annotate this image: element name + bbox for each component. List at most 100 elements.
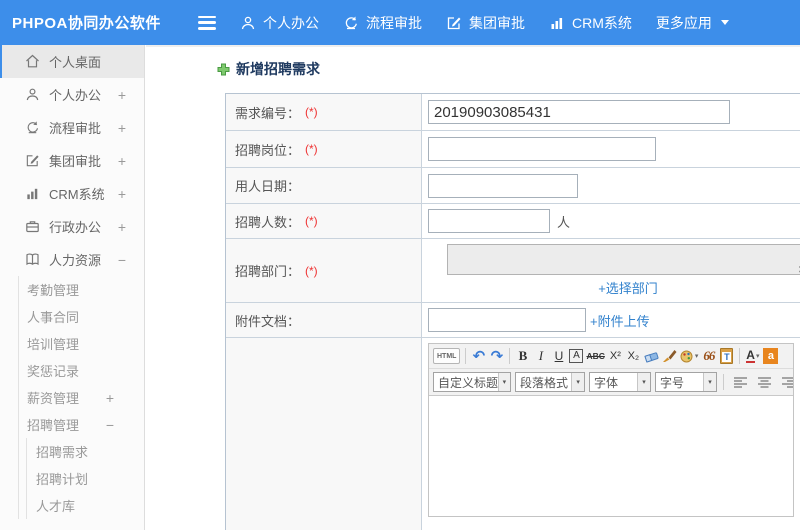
redo-icon[interactable]: ↷ (489, 347, 504, 365)
expand-toggle-icon[interactable]: + (118, 219, 126, 235)
sidebar: 个人桌面 个人办公 + 流程审批 + 集团审批 + CRM系统 + 行政办公 +… (0, 45, 145, 530)
required-mark: (*) (305, 263, 318, 278)
page-title: 新增招聘需求 (236, 61, 320, 77)
field-label-cell: 招聘部门： (*) (226, 239, 422, 302)
app-logo: PHPOA协同办公软件 (12, 15, 161, 32)
field-value-cell: 人 (422, 204, 800, 238)
sidebar-item-label: 集团审批 (49, 154, 102, 169)
recruit-position-input[interactable] (428, 137, 656, 161)
font-size-dropdown[interactable]: 字号 ▾ (655, 372, 717, 392)
field-value-cell: HTML ↶ ↷ B I U A ABC X² X₂ ▾ 66 T A ▾ a … (422, 338, 800, 530)
sidebar-item-personal-desktop[interactable]: 个人桌面 (0, 45, 144, 78)
eraser-icon[interactable] (644, 347, 659, 365)
sidebar-subitem-recruit-demand[interactable]: 招聘需求 (27, 438, 144, 465)
superscript-button[interactable]: X² (608, 347, 623, 365)
topnav-item-workflow-approval[interactable]: 流程审批 (343, 13, 422, 33)
color-palette-icon[interactable]: ▾ (680, 347, 698, 365)
sidebar-item-label: 个人桌面 (49, 55, 102, 70)
demand-number-input[interactable] (428, 100, 730, 124)
font-family-dropdown[interactable]: 字体 ▾ (589, 372, 651, 392)
sidebar-item-label: 人力资源 (49, 253, 102, 268)
book-icon (26, 253, 39, 266)
sidebar-subitem-label: 人才库 (36, 499, 76, 514)
field-label-cell: 岗位要求： (*) (226, 338, 422, 530)
chart-icon (551, 17, 563, 29)
sidebar-subitem-recruit-plan[interactable]: 招聘计划 (27, 465, 144, 492)
italic-button[interactable]: I (533, 347, 548, 365)
undo-icon[interactable]: ↶ (471, 347, 486, 365)
sidebar-item-label: 个人办公 (49, 88, 102, 103)
custom-title-dropdown[interactable]: 自定义标题 ▾ (433, 372, 511, 392)
bold-button[interactable]: B (515, 347, 530, 365)
blockquote-button[interactable]: 66 (701, 347, 716, 365)
topnav-item-crm[interactable]: CRM系统 (549, 13, 632, 33)
font-color-button[interactable]: A ▾ (745, 347, 760, 365)
select-department-link[interactable]: +选择部门 (598, 278, 658, 297)
sidebar-item-workflow-approval[interactable]: 流程审批 + (0, 111, 144, 144)
sidebar-subitem-label: 薪资管理 (27, 391, 80, 406)
sidebar-subitem-attendance[interactable]: 考勤管理 (19, 276, 144, 303)
field-value-cell (422, 168, 800, 203)
home-icon (26, 54, 39, 68)
hr-submenu: 考勤管理 人事合同 培训管理 奖惩记录 薪资管理 + 招聘管理 − 招聘需求 招… (18, 276, 144, 519)
sidebar-item-group-approval[interactable]: 集团审批 + (0, 144, 144, 177)
user-icon (26, 88, 39, 101)
topnav-item-more-apps[interactable]: 更多应用 (656, 13, 729, 33)
recruit-demand-form: 需求编号： (*) 招聘岗位： (*) 用人日期： (225, 93, 800, 530)
form-row-position: 招聘岗位： (*) (226, 131, 800, 168)
expand-toggle-icon[interactable]: − (106, 417, 114, 433)
sidebar-subitem-recruitment[interactable]: 招聘管理 − (19, 411, 144, 438)
sidebar-item-admin-office[interactable]: 行政办公 + (0, 210, 144, 243)
editor-content-area[interactable] (429, 396, 793, 516)
subscript-button[interactable]: X₂ (626, 347, 641, 365)
expand-toggle-icon[interactable]: + (118, 186, 126, 202)
sidebar-item-label: 行政办公 (49, 220, 102, 235)
align-center-icon[interactable] (754, 373, 774, 391)
sidebar-item-crm[interactable]: CRM系统 + (0, 177, 144, 210)
field-label-cell: 招聘人数： (*) (226, 204, 422, 238)
attachment-input[interactable] (428, 308, 586, 332)
sidebar-subitem-label: 奖惩记录 (27, 364, 80, 379)
paste-icon[interactable]: T (719, 347, 734, 365)
hire-date-input[interactable] (428, 173, 578, 198)
sidebar-subitem-label: 招聘需求 (36, 445, 89, 460)
underline-button[interactable]: U (551, 347, 566, 365)
caret-down-icon: ▾ (755, 353, 760, 360)
rich-text-editor: HTML ↶ ↷ B I U A ABC X² X₂ ▾ 66 T A ▾ a … (428, 343, 794, 517)
attachment-upload-link[interactable]: +附件上传 (590, 311, 650, 330)
background-color-button[interactable]: a (763, 348, 779, 364)
paragraph-format-dropdown[interactable]: 段落格式 ▾ (515, 372, 585, 392)
topnav-item-personal-office[interactable]: 个人办公 (240, 13, 319, 33)
department-textarea[interactable] (447, 244, 800, 275)
headcount-input[interactable] (428, 209, 550, 233)
menu-toggle-icon[interactable] (198, 15, 216, 30)
sidebar-subitem-hr-contract[interactable]: 人事合同 (19, 303, 144, 330)
topnav-label: 集团审批 (469, 14, 525, 31)
font-style-button[interactable]: A (569, 349, 584, 363)
expand-toggle-icon[interactable]: + (118, 120, 126, 136)
sidebar-subitem-talent-pool[interactable]: 人才库 (27, 492, 144, 519)
sidebar-item-label: CRM系统 (49, 187, 105, 202)
expand-toggle-icon[interactable]: + (106, 390, 114, 406)
align-left-icon[interactable] (730, 373, 750, 391)
expand-toggle-icon[interactable]: + (118, 87, 126, 103)
sidebar-item-personal-office[interactable]: 个人办公 + (0, 78, 144, 111)
expand-toggle-icon[interactable]: − (118, 252, 126, 268)
html-source-button[interactable]: HTML (433, 348, 461, 364)
sidebar-subitem-salary[interactable]: 薪资管理 + (19, 384, 144, 411)
topbar: PHPOA协同办公软件 个人办公 流程审批 集团审批 CRM系统 更多应用 (0, 0, 800, 45)
sidebar-subitem-training[interactable]: 培训管理 (19, 330, 144, 357)
expand-toggle-icon[interactable]: + (118, 153, 126, 169)
sidebar-subitem-rewards[interactable]: 奖惩记录 (19, 357, 144, 384)
page-title-row: 新增招聘需求 (217, 59, 320, 79)
topnav: 个人办公 流程审批 集团审批 CRM系统 更多应用 (198, 0, 729, 45)
topnav-item-group-approval[interactable]: 集团审批 (446, 13, 525, 33)
flow-icon (27, 121, 39, 134)
editor-toolbar-row1: HTML ↶ ↷ B I U A ABC X² X₂ ▾ 66 T A ▾ a (429, 344, 793, 369)
align-right-icon[interactable] (778, 373, 793, 391)
sidebar-subitem-label: 招聘计划 (36, 472, 89, 487)
topnav-label: CRM系统 (572, 14, 632, 31)
strikethrough-button[interactable]: ABC (586, 347, 604, 365)
sidebar-item-human-resources[interactable]: 人力资源 − (0, 243, 144, 276)
format-brush-icon[interactable] (662, 347, 677, 365)
